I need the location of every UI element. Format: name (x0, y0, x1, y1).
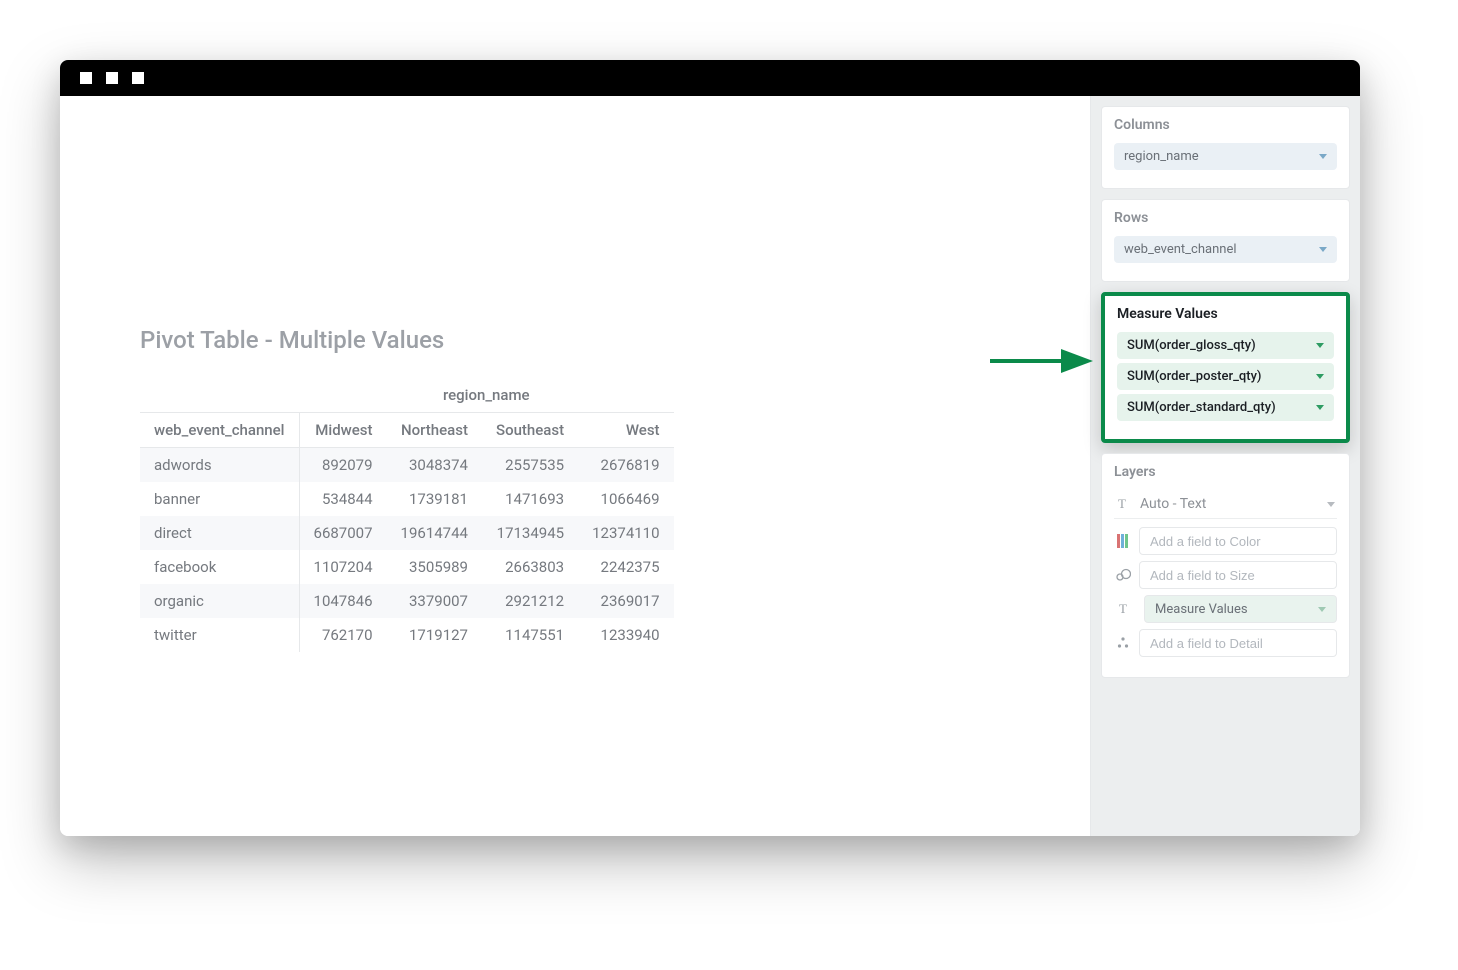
cell: 762170 (299, 618, 387, 652)
column-group-header: region_name (299, 378, 674, 413)
cell: 6687007 (299, 516, 387, 550)
row-label: adwords (140, 448, 299, 483)
chevron-down-icon (1327, 502, 1335, 507)
measure-values-heading: Measure Values (1117, 306, 1334, 322)
cell: 1047846 (299, 584, 387, 618)
pill-label: Measure Values (1155, 602, 1248, 617)
cell: 2663803 (482, 550, 578, 584)
table-row: organic 1047846 3379007 2921212 2369017 (140, 584, 674, 618)
annotation-arrow-icon (985, 341, 1095, 381)
chevron-down-icon (1319, 154, 1327, 159)
column-header: Northeast (387, 413, 482, 448)
table-row: twitter 762170 1719127 1147551 1233940 (140, 618, 674, 652)
color-shelf-input[interactable] (1139, 527, 1337, 555)
table-row: direct 6687007 19614744 17134945 1237411… (140, 516, 674, 550)
row-dimension-header: web_event_channel (140, 413, 299, 448)
cell: 534844 (299, 482, 387, 516)
cell: 19614744 (387, 516, 482, 550)
cell: 12374110 (578, 516, 673, 550)
rows-pill-web-event-channel[interactable]: web_event_channel (1114, 236, 1337, 263)
columns-heading: Columns (1114, 117, 1337, 133)
window-control[interactable] (106, 72, 118, 84)
text-icon: T (1116, 496, 1132, 512)
window-control[interactable] (132, 72, 144, 84)
pill-label: web_event_channel (1124, 242, 1237, 257)
svg-text:T: T (1118, 496, 1126, 511)
chevron-down-icon (1316, 405, 1324, 410)
row-label: facebook (140, 550, 299, 584)
cell: 3505989 (387, 550, 482, 584)
size-icon (1114, 567, 1131, 583)
measure-values-shelf: Measure Values SUM(order_gloss_qty) SUM(… (1101, 292, 1350, 443)
layers-shelf: Layers T Auto - Text (1101, 453, 1350, 678)
cell: 1471693 (482, 482, 578, 516)
cell: 2921212 (482, 584, 578, 618)
columns-pill-region-name[interactable]: region_name (1114, 143, 1337, 170)
measure-pill-standard[interactable]: SUM(order_standard_qty) (1117, 394, 1334, 421)
layers-heading: Layers (1114, 464, 1337, 480)
pill-label: region_name (1124, 149, 1199, 164)
cell: 2369017 (578, 584, 673, 618)
cell: 1739181 (387, 482, 482, 516)
measure-pill-gloss[interactable]: SUM(order_gloss_qty) (1117, 332, 1334, 359)
table-row: banner 534844 1739181 1471693 1066469 (140, 482, 674, 516)
cell: 3048374 (387, 448, 482, 483)
row-label: twitter (140, 618, 299, 652)
visualization-title: Pivot Table - Multiple Values (140, 326, 1050, 354)
detail-icon (1114, 635, 1131, 651)
cell: 1147551 (482, 618, 578, 652)
main-content: Pivot Table - Multiple Values region_nam… (60, 96, 1090, 836)
pill-label: SUM(order_poster_qty) (1127, 369, 1261, 384)
table-row: adwords 892079 3048374 2557535 2676819 (140, 448, 674, 483)
layer-type-label: Auto - Text (1140, 496, 1206, 512)
chevron-down-icon (1318, 607, 1326, 612)
cell: 2242375 (578, 550, 673, 584)
cell: 17134945 (482, 516, 578, 550)
text-shelf-pill[interactable]: Measure Values (1144, 595, 1337, 623)
table-row: facebook 1107204 3505989 2663803 2242375 (140, 550, 674, 584)
detail-shelf-input[interactable] (1139, 629, 1337, 657)
pivot-table: region_name web_event_channel Midwest No… (140, 378, 674, 652)
window-titlebar (60, 60, 1360, 96)
text-icon: T (1114, 601, 1136, 617)
column-header: Southeast (482, 413, 578, 448)
cell: 3379007 (387, 584, 482, 618)
layer-type-selector[interactable]: T Auto - Text (1114, 490, 1337, 519)
pill-label: SUM(order_gloss_qty) (1127, 338, 1256, 353)
columns-shelf: Columns region_name (1101, 106, 1350, 189)
size-shelf-input[interactable] (1139, 561, 1337, 589)
chevron-down-icon (1316, 374, 1324, 379)
pill-label: SUM(order_standard_qty) (1127, 400, 1276, 415)
cell: 1719127 (387, 618, 482, 652)
color-icon (1114, 534, 1131, 548)
rows-heading: Rows (1114, 210, 1337, 226)
cell: 1066469 (578, 482, 673, 516)
app-window: Pivot Table - Multiple Values region_nam… (60, 60, 1360, 836)
chevron-down-icon (1319, 247, 1327, 252)
column-header: Midwest (299, 413, 387, 448)
row-label: direct (140, 516, 299, 550)
cell: 1233940 (578, 618, 673, 652)
chevron-down-icon (1316, 343, 1324, 348)
configuration-panel: Columns region_name Rows web_event_chann… (1090, 96, 1360, 836)
measure-pill-poster[interactable]: SUM(order_poster_qty) (1117, 363, 1334, 390)
cell: 892079 (299, 448, 387, 483)
column-header: West (578, 413, 673, 448)
svg-text:T: T (1119, 601, 1127, 616)
cell: 2676819 (578, 448, 673, 483)
row-label: organic (140, 584, 299, 618)
cell: 2557535 (482, 448, 578, 483)
row-label: banner (140, 482, 299, 516)
window-control[interactable] (80, 72, 92, 84)
cell: 1107204 (299, 550, 387, 584)
rows-shelf: Rows web_event_channel (1101, 199, 1350, 282)
